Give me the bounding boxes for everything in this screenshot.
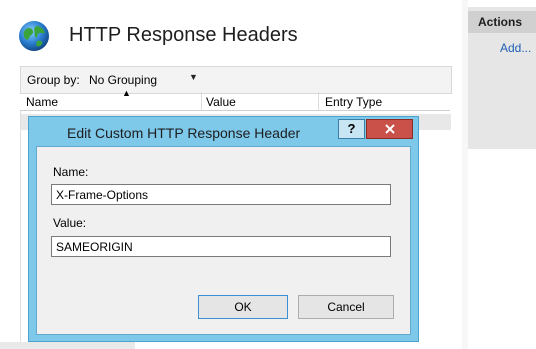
status-strip <box>0 342 135 349</box>
column-divider[interactable] <box>201 92 202 110</box>
cancel-button[interactable]: Cancel <box>298 295 394 319</box>
actions-pane: Actions Add... <box>468 7 536 149</box>
column-divider[interactable] <box>318 92 319 110</box>
column-header-row: Name ▲ Value Entry Type <box>20 88 450 111</box>
close-icon <box>384 124 395 134</box>
close-button[interactable] <box>366 119 413 139</box>
actions-header: Actions <box>468 11 536 33</box>
actions-title: Actions <box>478 15 523 29</box>
page-title: HTTP Response Headers <box>69 24 298 46</box>
group-by-bar: Group by: No Grouping ▼ <box>20 66 452 94</box>
column-header-entry-type[interactable]: Entry Type <box>325 95 382 109</box>
value-label: Value: <box>53 216 87 230</box>
group-by-dropdown[interactable]: No Grouping <box>89 73 157 87</box>
help-button[interactable]: ? <box>338 119 365 139</box>
column-header-name[interactable]: Name <box>26 95 58 109</box>
dialog-title: Edit Custom HTTP Response Header <box>67 125 301 141</box>
sort-ascending-icon: ▲ <box>122 88 131 98</box>
value-field[interactable] <box>51 236 391 257</box>
add-link[interactable]: Add... <box>500 41 531 55</box>
column-header-value[interactable]: Value <box>206 95 236 109</box>
name-field[interactable] <box>51 184 391 205</box>
globe-icon <box>19 21 49 51</box>
name-label: Name: <box>53 165 89 179</box>
edit-header-dialog: Edit Custom HTTP Response Header ? Name:… <box>28 116 419 342</box>
group-by-label: Group by: <box>27 73 80 87</box>
dialog-body: Name: Value: OK Cancel <box>36 146 411 335</box>
dropdown-arrow-icon[interactable]: ▼ <box>189 72 198 82</box>
ok-button[interactable]: OK <box>198 295 288 319</box>
